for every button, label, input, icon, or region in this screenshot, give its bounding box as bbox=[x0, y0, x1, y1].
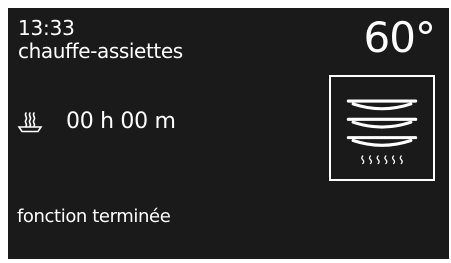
status-message: fonction terminée bbox=[17, 206, 171, 227]
program-tile[interactable] bbox=[329, 75, 435, 181]
mode-name: chauffe-assiettes bbox=[18, 39, 183, 63]
timer-value: 00 h 00 m bbox=[66, 109, 176, 134]
clock-time: 13:33 bbox=[18, 16, 75, 40]
stacked-plates-heat-icon bbox=[346, 99, 418, 165]
temperature-value[interactable]: 60° bbox=[364, 14, 436, 62]
heat-plate-icon bbox=[17, 112, 43, 133]
cooking-timer[interactable]: 00 h 00 m bbox=[17, 108, 176, 136]
oven-display: 13:33 chauffe-assiettes 60° 00 h 00 m fo… bbox=[8, 8, 449, 259]
